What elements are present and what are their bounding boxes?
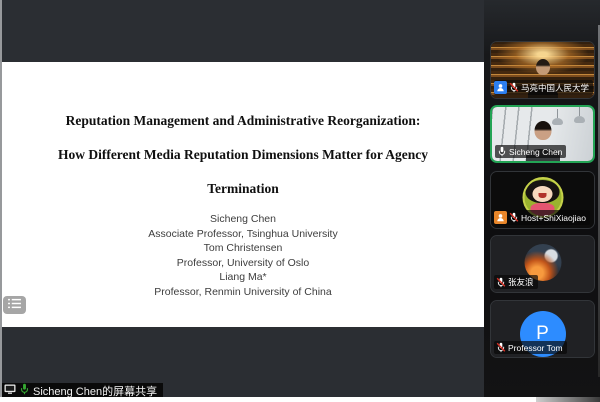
slide-authors: Sicheng Chen Associate Professor, Tsingh… bbox=[2, 212, 484, 299]
mic-muted-icon bbox=[496, 342, 506, 353]
author-line: Professor, Renmin University of China bbox=[2, 285, 484, 300]
participant-name: Professor Tom bbox=[508, 343, 563, 353]
slide-title-line: How Different Media Reputation Dimension… bbox=[2, 138, 484, 172]
slide-title-line: Termination bbox=[2, 172, 484, 206]
window-bottom-edge-shadow bbox=[536, 397, 600, 402]
participant-name-tag: 马亮中国人民大学 bbox=[494, 80, 593, 95]
mic-muted-icon bbox=[496, 277, 506, 288]
host-badge-icon bbox=[494, 211, 507, 224]
presenter-mic-icon bbox=[19, 383, 30, 398]
participant-tile-host-shixiaojiao[interactable]: Host+ShiXiaojiao bbox=[490, 171, 595, 229]
participant-name: Host+ShiXiaojiao bbox=[521, 213, 586, 223]
participant-name: Sicheng Chen bbox=[509, 147, 562, 157]
outline-panel-toggle-button[interactable] bbox=[3, 296, 26, 314]
participant-tile-ma-liang[interactable]: 马亮中国人民大学 bbox=[490, 41, 595, 99]
author-line: Associate Professor, Tsinghua University bbox=[2, 227, 484, 242]
slide-title: Reputation Management and Administrative… bbox=[2, 104, 484, 206]
mic-muted-icon bbox=[509, 82, 519, 93]
slide-title-line: Reputation Management and Administrative… bbox=[2, 104, 484, 138]
participants-sidebar: 马亮中国人民大学 Sicheng Chen bbox=[484, 0, 600, 397]
author-line: Professor, University of Oslo bbox=[2, 256, 484, 271]
participant-tile-sicheng-chen[interactable]: Sicheng Chen bbox=[490, 105, 595, 163]
participant-name-tag: Professor Tom bbox=[494, 341, 567, 354]
author-line: Liang Ma* bbox=[2, 270, 484, 285]
participant-name-tag: Sicheng Chen bbox=[495, 145, 566, 158]
participant-name: 马亮中国人民大学 bbox=[521, 82, 589, 94]
window-bottom-edge bbox=[0, 397, 600, 402]
author-line: Sicheng Chen bbox=[2, 212, 484, 227]
mic-on-icon bbox=[497, 146, 507, 157]
mic-muted-icon bbox=[509, 212, 519, 223]
co-host-badge-icon bbox=[494, 81, 507, 94]
share-banner: Sicheng Chen的屏幕共享 bbox=[2, 383, 163, 398]
list-icon bbox=[7, 296, 22, 314]
presentation-slide: Reputation Management and Administrative… bbox=[2, 62, 484, 327]
participant-name-tag: Host+ShiXiaojiao bbox=[494, 210, 590, 225]
participant-name-tag: 张友浪 bbox=[494, 275, 538, 289]
meeting-window: Reputation Management and Administrative… bbox=[0, 0, 600, 402]
participant-tile-professor-tom[interactable]: P Professor Tom bbox=[490, 300, 595, 358]
author-line: Tom Christensen bbox=[2, 241, 484, 256]
screen-share-area: Reputation Management and Administrative… bbox=[0, 0, 484, 397]
participant-tile-zhang-youlang[interactable]: 张友浪 bbox=[490, 235, 595, 293]
participant-name: 张友浪 bbox=[508, 276, 534, 288]
screen-share-monitor-icon bbox=[4, 384, 16, 398]
